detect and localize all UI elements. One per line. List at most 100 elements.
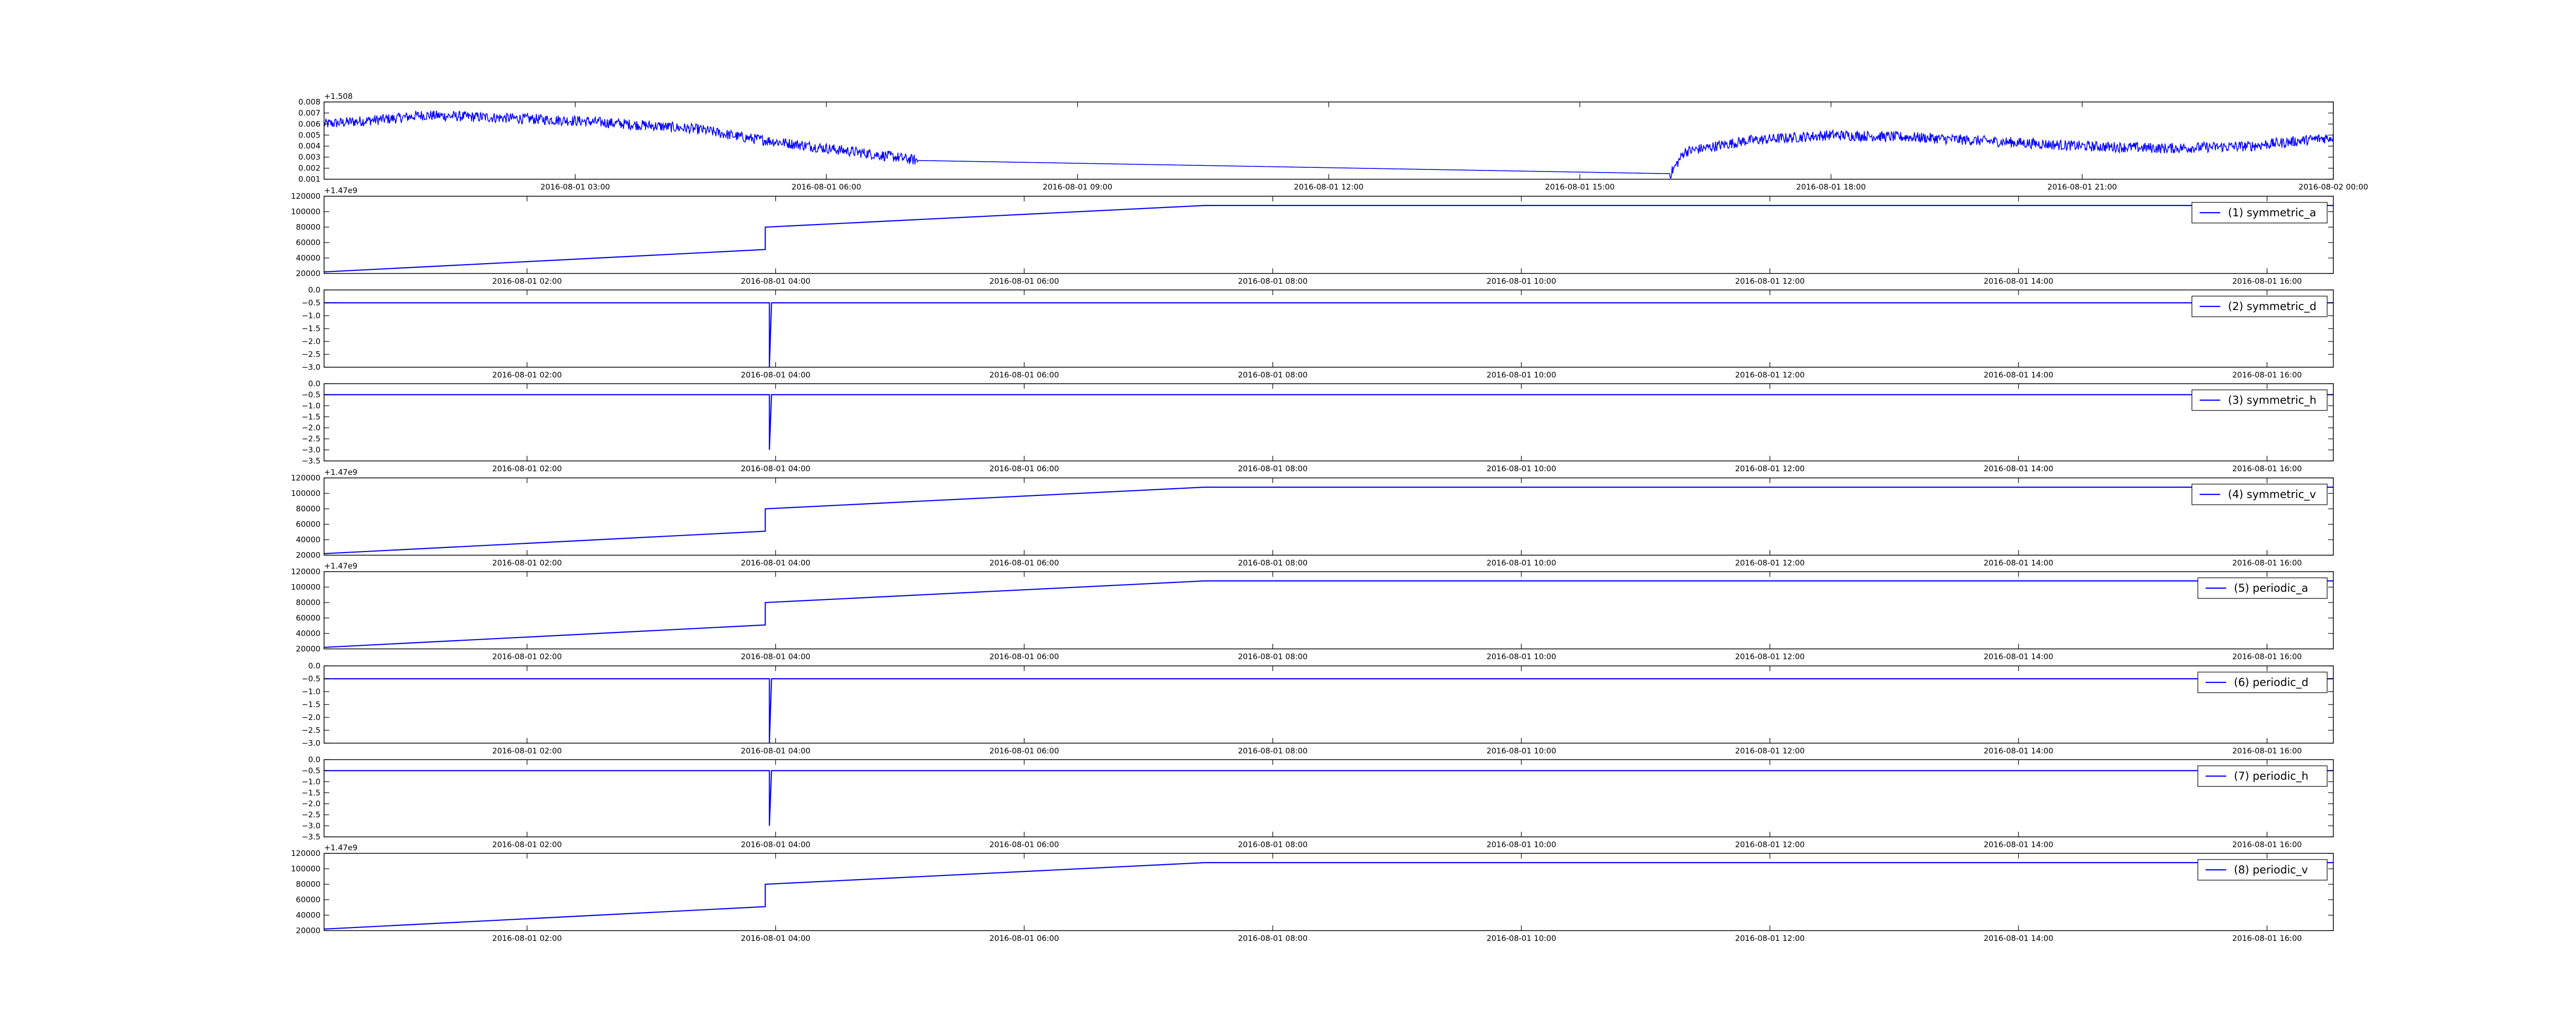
chart-panel-3: 0.0 −0.5 −1.0 −1.5 −2.0−2.5 −3.0−3.5 2016-08-0… [302, 379, 2334, 473]
series-line-4 [324, 486, 2333, 555]
ytick-label-3-1: −0.5 [302, 390, 320, 399]
ytick-label-2-1: −0.5 [302, 298, 320, 307]
ytick-label-4-4: 100000 [291, 489, 320, 498]
ytick-label-8-0: 20000 [296, 926, 320, 935]
ytick-label-1-4: 100000 [291, 207, 320, 216]
chart-panel-0: 0.001 0.002 0.0030.004 0.0050.006 0.0070.008… [298, 92, 2368, 192]
ytick-label-0-6: 0.007 [298, 108, 320, 117]
chart-panel-8: 20000 40000 60000 80000 100000 120000 2016-08-… [291, 843, 2334, 943]
xtick-label-3-4: 2016-08-01 10:00 [1486, 464, 1556, 473]
xtick-label-5-2: 2016-08-01 06:00 [989, 652, 1059, 661]
xtick-label-3-2: 2016-08-01 06:00 [989, 464, 1059, 473]
legend-label-3: (3) symmetric_h [2228, 394, 2317, 407]
xtick-label-6-1: 2016-08-01 04:00 [741, 746, 810, 756]
ytick-label-5-2: 60000 [296, 613, 320, 623]
ytick-label-2-0: 0.0 [308, 285, 320, 295]
ytick-label-6-3: −1.5 [302, 700, 320, 709]
ytick-label-1-5: 120000 [291, 192, 320, 201]
ytick-label-6-2: −1.0 [302, 687, 320, 696]
axes-frame-4 [324, 477, 2334, 556]
ytick-label-4-0: 20000 [296, 551, 320, 560]
xtick-label-4-2: 2016-08-01 06:00 [989, 558, 1059, 568]
legend-label-2: (2) symmetric_d [2228, 300, 2317, 313]
ytick-label-3-5: −2.5 [302, 434, 320, 443]
xtick-label-4-4: 2016-08-01 10:00 [1486, 558, 1556, 568]
axes-frame-1 [324, 196, 2334, 274]
ytick-label-0-0: 0.001 [298, 175, 320, 184]
xtick-label-3-3: 2016-08-01 08:00 [1238, 464, 1308, 473]
y-offset-label-1: +1.47e9 [324, 186, 358, 195]
chart-panel-1: 20000 40000 60000 80000 100000 120000 2016-08-… [291, 186, 2334, 286]
xtick-label-0-5: 2016-08-01 18:00 [1796, 182, 1866, 192]
xtick-label-7-7: 2016-08-01 16:00 [2232, 840, 2302, 849]
ytick-label-2-5: −2.5 [302, 350, 320, 359]
xtick-label-7-5: 2016-08-01 12:00 [1735, 840, 1805, 849]
legend-1: (1) symmetric_a [2191, 202, 2328, 224]
ytick-label-6-6: −3.0 [302, 739, 320, 748]
xtick-label-5-4: 2016-08-01 10:00 [1486, 652, 1556, 661]
xtick-label-4-1: 2016-08-01 04:00 [741, 558, 810, 568]
legend-label-6: (6) periodic_d [2234, 676, 2309, 689]
xtick-label-2-5: 2016-08-01 12:00 [1735, 370, 1805, 380]
xtick-label-2-0: 2016-08-01 02:00 [492, 370, 562, 380]
xtick-label-8-3: 2016-08-01 08:00 [1238, 934, 1308, 943]
legend-4: (4) symmetric_v [2191, 484, 2328, 505]
xtick-label-7-4: 2016-08-01 10:00 [1486, 840, 1556, 849]
series-line-6 [324, 678, 2333, 743]
figure: 0.001 0.002 0.0030.004 0.0050.006 0.0070.008… [291, 92, 2368, 943]
xtick-label-0-2: 2016-08-01 09:00 [1043, 182, 1112, 192]
xtick-label-6-3: 2016-08-01 08:00 [1238, 746, 1308, 756]
xtick-label-0-3: 2016-08-01 12:00 [1294, 182, 1363, 192]
ytick-label-3-2: −1.0 [302, 401, 320, 410]
ytick-label-4-3: 80000 [296, 504, 320, 513]
ytick-label-0-1: 0.002 [298, 164, 320, 173]
ytick-label-8-2: 60000 [296, 895, 320, 904]
xtick-label-8-7: 2016-08-01 16:00 [2232, 934, 2302, 943]
ytick-label-3-4: −2.0 [302, 423, 320, 433]
axes-frame-6 [324, 665, 2334, 744]
xtick-label-0-7: 2016-08-02 00:00 [2298, 182, 2368, 192]
ytick-label-5-0: 20000 [296, 644, 320, 654]
xtick-label-4-3: 2016-08-01 08:00 [1238, 558, 1308, 568]
legend-label-1: (1) symmetric_a [2228, 207, 2316, 219]
xtick-label-0-1: 2016-08-01 06:00 [791, 182, 861, 192]
chart-panel-6: 0.0 −0.5 −1.0 −1.5 −2.0 −2.5 −3.0 2016-08-01 02… [302, 661, 2334, 756]
xtick-label-1-3: 2016-08-01 08:00 [1238, 277, 1308, 286]
xtick-label-5-1: 2016-08-01 04:00 [741, 652, 810, 661]
chart-panel-5: 20000 40000 60000 80000 100000 120000 2016-08-… [291, 561, 2334, 661]
xtick-label-2-4: 2016-08-01 10:00 [1486, 370, 1556, 380]
ytick-label-8-4: 100000 [291, 864, 320, 873]
ytick-label-5-5: 120000 [291, 567, 320, 576]
xtick-label-2-2: 2016-08-01 06:00 [989, 370, 1059, 380]
legend-label-7: (7) periodic_h [2234, 770, 2309, 783]
ytick-label-4-5: 120000 [291, 473, 320, 483]
xtick-label-5-7: 2016-08-01 16:00 [2232, 652, 2302, 661]
xtick-label-3-6: 2016-08-01 14:00 [1984, 464, 2053, 473]
ytick-label-0-3: 0.004 [298, 142, 320, 151]
ytick-label-0-2: 0.003 [298, 152, 320, 162]
chart-panel-7: 0.0 −0.5 −1.0 −1.5 −2.0−2.5 −3.0−3.5 2016-08-0… [302, 755, 2334, 849]
xtick-label-3-7: 2016-08-01 16:00 [2232, 464, 2302, 473]
chart-panel-4: 20000 40000 60000 80000 100000 120000 2016-08-… [291, 468, 2334, 568]
series-line-8 [324, 862, 2333, 930]
legend-8: (8) periodic_v [2197, 859, 2328, 881]
xtick-label-3-0: 2016-08-01 02:00 [492, 464, 562, 473]
xtick-label-2-1: 2016-08-01 04:00 [741, 370, 810, 380]
ytick-label-2-3: −1.5 [302, 324, 320, 333]
ytick-label-0-7: 0.008 [298, 97, 320, 107]
xtick-label-0-0: 2016-08-01 03:00 [540, 182, 610, 192]
xtick-label-4-5: 2016-08-01 12:00 [1735, 558, 1805, 568]
series-line-2 [324, 302, 2333, 367]
ytick-label-7-2: −1.0 [302, 777, 320, 786]
y-offset-label-5: +1.47e9 [324, 561, 358, 571]
series-line-1 [324, 204, 2333, 273]
legend-label-8: (8) periodic_v [2234, 864, 2308, 877]
ytick-label-2-4: −2.0 [302, 337, 320, 346]
series-line-3 [324, 394, 2333, 450]
axes-frame-5 [324, 571, 2334, 649]
xtick-label-1-5: 2016-08-01 12:00 [1735, 277, 1805, 286]
xtick-label-2-3: 2016-08-01 08:00 [1238, 370, 1308, 380]
ytick-label-6-1: −0.5 [302, 674, 320, 683]
xtick-label-6-0: 2016-08-01 02:00 [492, 746, 562, 756]
ytick-label-3-6: −3.0 [302, 445, 320, 455]
